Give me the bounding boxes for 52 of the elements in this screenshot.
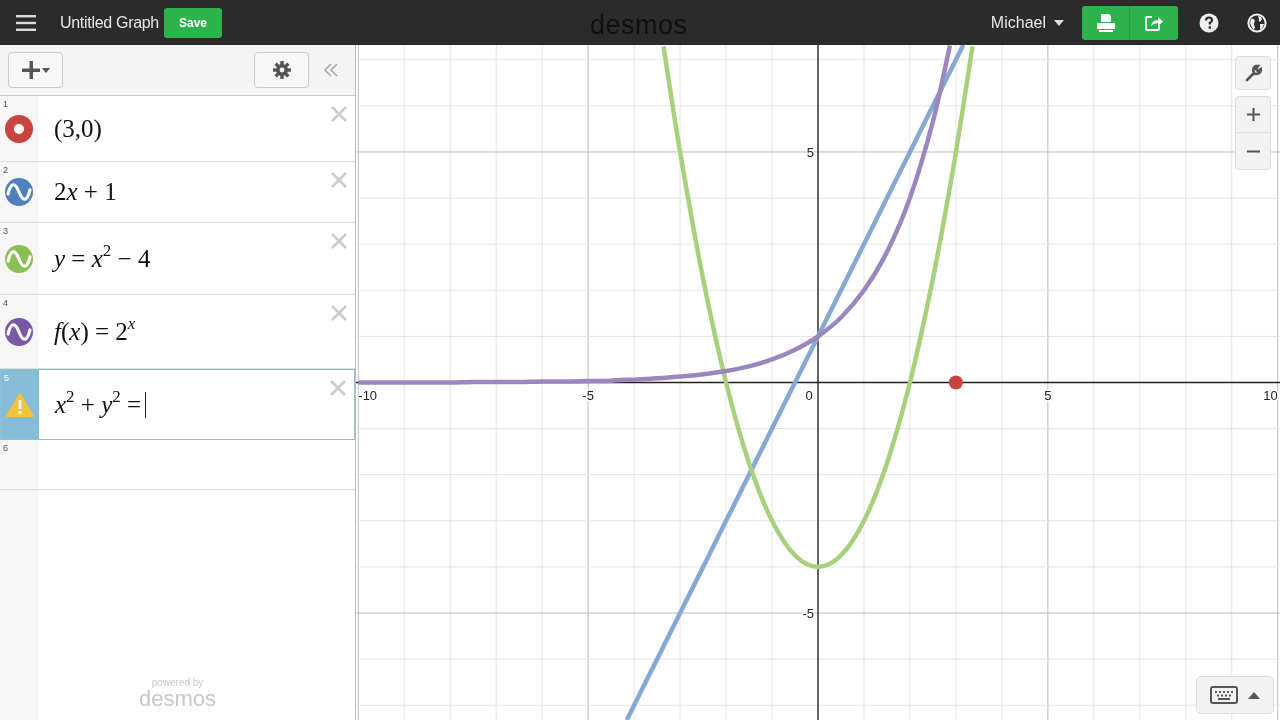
print-button[interactable] [1082, 5, 1130, 40]
graph-canvas[interactable]: -10 -5 0 5 10 -5 5 [356, 45, 1280, 720]
globe-icon[interactable] [1247, 12, 1267, 33]
point-icon[interactable] [4, 113, 34, 144]
settings-button[interactable] [254, 52, 309, 88]
plus-icon [1246, 108, 1260, 121]
tick-label: 10 [1263, 387, 1278, 403]
math-expression[interactable]: f(x) = 2$^{x}$ [54, 312, 136, 351]
tick-label: -5 [582, 387, 594, 403]
tick-label: 5 [806, 144, 814, 160]
printer-icon [1095, 13, 1116, 32]
math-expression[interactable]: y = x$^{2}$ − 4 [54, 239, 151, 278]
keyboard-icon [1210, 686, 1238, 704]
share-icon [1144, 13, 1164, 32]
tick-label: 5 [1044, 387, 1052, 403]
add-item-button[interactable] [8, 52, 63, 88]
row-number: 3 [3, 225, 8, 238]
caret-icon [1054, 19, 1064, 26]
keyboard-toggle-button[interactable] [1196, 676, 1274, 714]
graph-curve[interactable] [358, 45, 953, 385]
share-button[interactable] [1130, 5, 1178, 40]
graph-point[interactable] [948, 375, 963, 390]
user-menu[interactable]: Michael [990, 10, 1064, 35]
row-number: 1 [3, 98, 8, 111]
wrench-icon [1244, 64, 1262, 82]
math-expression[interactable]: (3,0) [54, 109, 102, 148]
wave-icon[interactable] [4, 177, 34, 207]
graph-title[interactable]: Untitled Graph [60, 10, 159, 35]
caret-icon [41, 67, 50, 73]
menu-icon[interactable] [16, 14, 36, 31]
graph-settings-button[interactable] [1235, 56, 1271, 90]
graph-curve[interactable] [661, 46, 975, 570]
expression-row[interactable]: 5 x$^{2}$ + y$^{2}$ = [0, 369, 355, 440]
expression-row[interactable]: 2 2x + 1 [0, 162, 355, 223]
row-number: 5 [4, 372, 9, 385]
row-number: 4 [3, 297, 8, 310]
tick-label: 0 [805, 387, 813, 403]
row-number: 2 [3, 164, 8, 177]
minus-icon [1246, 149, 1260, 153]
math-expression[interactable]: x$^{2}$ + y$^{2}$ = [55, 385, 142, 424]
tick-label: -10 [358, 387, 378, 403]
expression-row[interactable]: 4 f(x) = 2$^{x}$ [0, 295, 355, 369]
row-number: 6 [3, 442, 8, 455]
math-expression[interactable]: 2x + 1 [54, 173, 117, 211]
expression-row[interactable]: 1 (3,0) [0, 96, 355, 162]
help-icon[interactable] [1199, 12, 1219, 33]
expression-row[interactable]: 3 y = x$^{2}$ − 4 [0, 223, 355, 295]
plus-icon [21, 61, 40, 79]
settings-icon [272, 61, 291, 79]
tick-label: -5 [802, 606, 814, 622]
wave-icon[interactable] [4, 316, 34, 347]
caret-up-icon [1248, 691, 1260, 699]
